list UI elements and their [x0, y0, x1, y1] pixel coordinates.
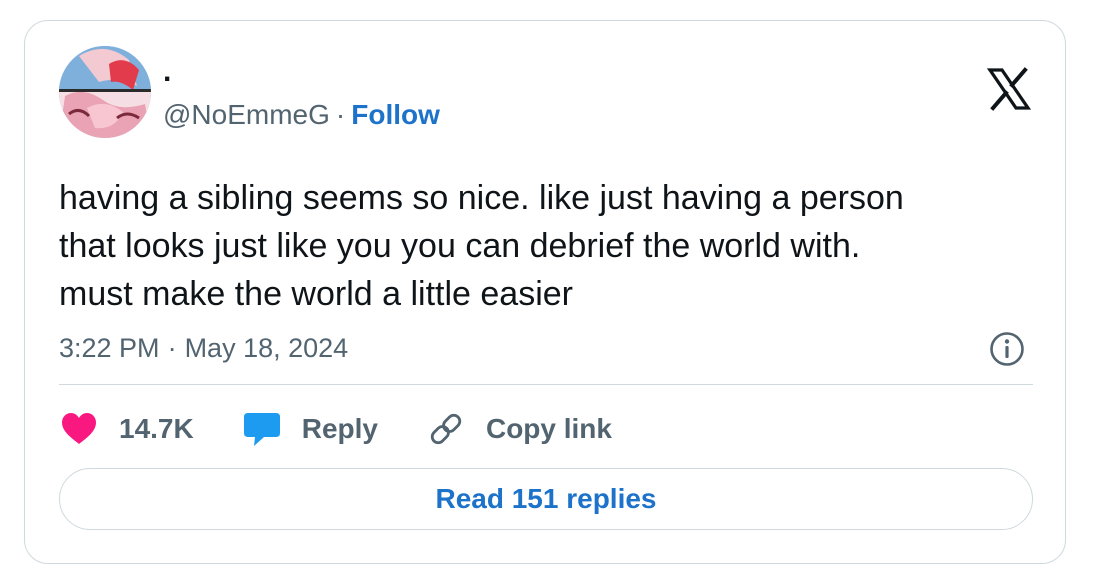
like-button[interactable]: 14.7K [59, 409, 194, 449]
copy-link-button[interactable]: Copy link [426, 409, 612, 449]
action-bar: 14.7K Reply Copy link [59, 407, 612, 451]
reply-button[interactable]: Reply [242, 409, 378, 449]
display-name[interactable]: . [163, 55, 171, 89]
avatar-image [59, 46, 151, 138]
divider [59, 384, 1033, 385]
read-replies-button[interactable]: Read 151 replies [59, 468, 1033, 530]
heart-icon [59, 409, 99, 449]
timestamp-row[interactable]: 3:22 PM · May 18, 2024 [59, 331, 348, 365]
tweet-date[interactable]: May 18, 2024 [185, 333, 349, 363]
link-icon [426, 409, 466, 449]
x-logo-icon[interactable] [986, 67, 1032, 111]
handle-separator: · [335, 99, 346, 130]
reply-label: Reply [301, 413, 378, 444]
copy-link-label: Copy link [485, 413, 612, 444]
info-icon[interactable] [989, 331, 1025, 367]
handle-row: @NoEmmeG · Follow [163, 98, 440, 132]
user-handle[interactable]: @NoEmmeG [163, 99, 330, 130]
like-count: 14.7K [119, 413, 194, 444]
speech-bubble-icon [242, 409, 282, 449]
follow-button[interactable]: Follow [351, 99, 440, 130]
tweet-card: . @NoEmmeG · Follow having a sibling seems… [24, 20, 1066, 564]
avatar[interactable] [59, 46, 151, 138]
tweet-text: having a sibling seems so nice. like jus… [59, 179, 904, 313]
timestamp-separator: · [167, 333, 177, 363]
tweet-time[interactable]: 3:22 PM [59, 333, 160, 363]
